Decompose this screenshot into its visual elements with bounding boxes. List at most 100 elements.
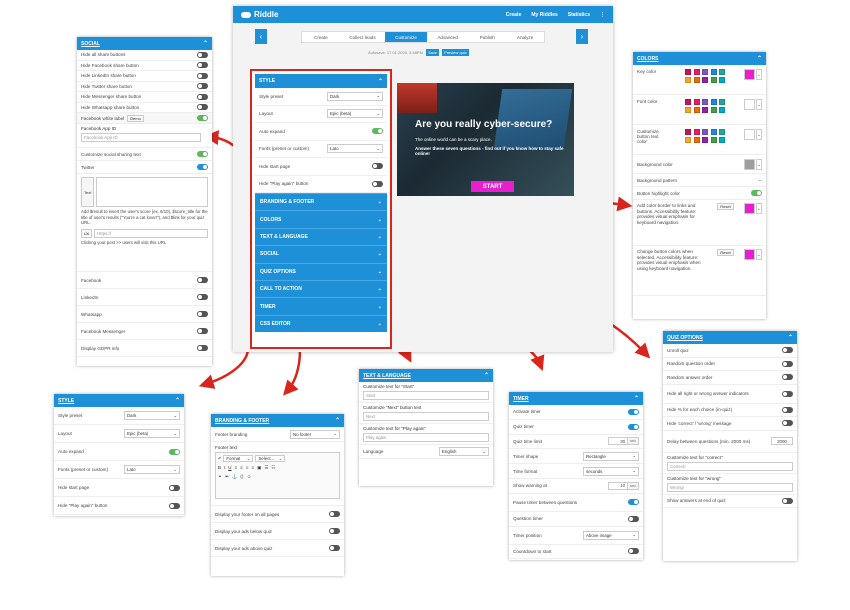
hide-for-each-choice-in-quiz-toggle[interactable] — [782, 406, 793, 413]
fonts-preset-or-custom-select[interactable]: Lato ⌄ — [124, 465, 180, 474]
color-swatch[interactable] — [685, 76, 691, 83]
color-swatch[interactable] — [710, 136, 717, 143]
chevron-down-icon[interactable]: ⌄ — [756, 129, 762, 140]
color-swatch[interactable] — [693, 136, 700, 143]
step-create[interactable]: Create — [302, 32, 340, 42]
bold-icon[interactable]: B — [218, 465, 221, 471]
sharing-text-area[interactable] — [96, 177, 208, 207]
font-select[interactable]: Select... ⌄ — [255, 455, 286, 462]
bullet-list-icon[interactable]: ☰ — [264, 465, 268, 471]
chevron-down-icon[interactable]: ⌄ — [756, 158, 762, 170]
color-swatch[interactable] — [710, 106, 717, 113]
color-swatch[interactable] — [685, 136, 691, 143]
color-swatch[interactable] — [702, 106, 708, 113]
color-swatch[interactable] — [685, 129, 691, 135]
color-swatch[interactable] — [702, 129, 708, 135]
logo[interactable]: Riddle — [241, 10, 278, 19]
chevron-down-icon[interactable]: ⌄ — [758, 177, 762, 183]
align-justify-icon[interactable]: ≡ — [251, 465, 254, 471]
wrong-text-input[interactable]: Wrong! — [667, 482, 793, 492]
timer-shape-select[interactable]: Rectangle ⌄ — [583, 451, 639, 461]
hide-start-page-toggle[interactable] — [372, 163, 383, 170]
format-select[interactable]: Format ⌄ — [223, 455, 254, 462]
color-swatch[interactable] — [685, 99, 691, 105]
footer-branding-select[interactable]: No footer ⌄ — [290, 429, 340, 439]
auto-expand-toggle[interactable] — [372, 128, 383, 135]
nav-my-riddles[interactable]: My Riddles — [531, 12, 557, 18]
color-swatch[interactable] — [710, 99, 717, 105]
section-text-language[interactable]: TEXT & LANGUAGE ⌄ — [255, 227, 387, 246]
timer-header[interactable]: TIMER ⌃ — [509, 392, 643, 405]
hide-whatsapp-share-button-toggle[interactable] — [197, 104, 208, 111]
display-gdpr-info-toggle[interactable] — [197, 345, 208, 351]
link-icon[interactable]: ⚭ — [218, 474, 222, 480]
delay-input[interactable]: 2000 — [771, 437, 793, 445]
show-answers-toggle[interactable] — [782, 497, 793, 504]
text-language-header[interactable]: TEXT & LANGUAGE ⌃ — [359, 369, 493, 382]
custom-sharing-toggle[interactable] — [197, 151, 208, 157]
color-swatch[interactable] — [685, 69, 691, 75]
align-left-icon[interactable]: ≡ — [235, 465, 238, 471]
unroll-quiz-toggle[interactable] — [782, 347, 793, 354]
save-button[interactable]: Save — [425, 49, 440, 56]
linkedin-toggle[interactable] — [197, 294, 208, 300]
prev-step-button[interactable]: ‹ — [255, 29, 267, 44]
nav-create[interactable]: Create — [506, 12, 522, 18]
step-customize[interactable]: Customize — [385, 32, 427, 42]
section-social[interactable]: SOCIAL ⌄ — [255, 245, 387, 263]
color-swatch[interactable] — [702, 69, 708, 75]
step-advanced[interactable]: Advanced — [427, 32, 469, 42]
preview-button[interactable]: Preview quiz — [442, 49, 469, 56]
quiz-time-limit-input[interactable]: 30 — [608, 437, 629, 446]
layout-select[interactable]: Epic (beta) ⌄ — [327, 109, 383, 119]
chevron-down-icon[interactable]: ⌄ — [755, 249, 762, 260]
color-preview[interactable] — [744, 129, 755, 140]
random-answer-order-toggle[interactable] — [782, 374, 793, 381]
layout-select[interactable]: Epic (beta) ⌄ — [124, 429, 180, 438]
url-input[interactable]: Https:// — [94, 228, 208, 238]
fonts-preset-or-custom-select[interactable]: Lato ⌄ — [327, 144, 383, 154]
colors-header[interactable]: COLORS ⌃ — [633, 52, 766, 65]
more-menu-icon[interactable]: ⋮ — [600, 12, 605, 18]
color-swatch[interactable] — [719, 69, 725, 75]
color-swatch[interactable] — [710, 129, 717, 135]
section-css-editor[interactable]: CSS EDITOR ⌄ — [255, 314, 387, 333]
style-panel-header[interactable]: STYLE ⌃ — [54, 394, 184, 407]
countdown-to-start-toggle[interactable] — [628, 548, 639, 555]
whatsapp-toggle[interactable] — [197, 311, 208, 317]
color-swatch[interactable] — [719, 129, 725, 135]
hide-all-right-or-wrong-answer-indicators-toggle[interactable] — [782, 390, 793, 397]
facebook-toggle[interactable] — [197, 277, 208, 283]
align-center-icon[interactable]: ≡ — [240, 465, 243, 471]
undo-icon[interactable]: ↶ — [218, 456, 221, 461]
hide-facebook-share-button-toggle[interactable] — [197, 62, 208, 69]
color-swatch[interactable] — [719, 106, 725, 113]
chevron-down-icon[interactable]: ⌄ — [756, 99, 762, 110]
timer-position-select[interactable]: Above image ⌄ — [583, 530, 639, 540]
button-highlight-toggle[interactable] — [751, 190, 762, 196]
hide-all-share-buttons-toggle[interactable] — [197, 51, 208, 58]
nav-statistics[interactable]: Statistics — [568, 12, 590, 18]
display-your-ads-above-quiz-toggle[interactable] — [329, 545, 340, 551]
hide-messenger-share-button-toggle[interactable] — [197, 93, 208, 100]
reset-button[interactable]: Reset — [717, 249, 734, 256]
show-warning-at-input[interactable]: 10 — [608, 481, 629, 490]
question-timer-toggle[interactable] — [628, 515, 639, 522]
section-colors[interactable]: COLORS ⌄ — [255, 210, 387, 228]
color-swatch[interactable] — [693, 76, 700, 83]
chevron-down-icon[interactable]: ⌄ — [756, 69, 762, 80]
step-publish[interactable]: Publish — [468, 32, 506, 42]
color-swatch[interactable] — [710, 76, 717, 83]
underline-icon[interactable]: U — [228, 465, 231, 471]
next-step-button[interactable]: › — [576, 29, 588, 44]
style-preset-select[interactable]: Dark ⌄ — [327, 91, 383, 101]
section-timer[interactable]: TIMER ⌄ — [255, 297, 387, 315]
number-list-icon[interactable]: ☷ — [271, 465, 275, 471]
correct-text-input[interactable]: Correct! — [667, 461, 793, 471]
section-quiz-options[interactable]: QUIZ OPTIONS ⌄ — [255, 262, 387, 280]
emoji-icon[interactable]: ☺ — [247, 474, 252, 480]
color-swatch[interactable] — [702, 136, 708, 143]
quiz-options-header[interactable]: QUIZ OPTIONS ⌃ — [663, 331, 797, 344]
hide-play-again-button-toggle[interactable] — [372, 180, 383, 187]
color-preview[interactable] — [744, 158, 755, 170]
